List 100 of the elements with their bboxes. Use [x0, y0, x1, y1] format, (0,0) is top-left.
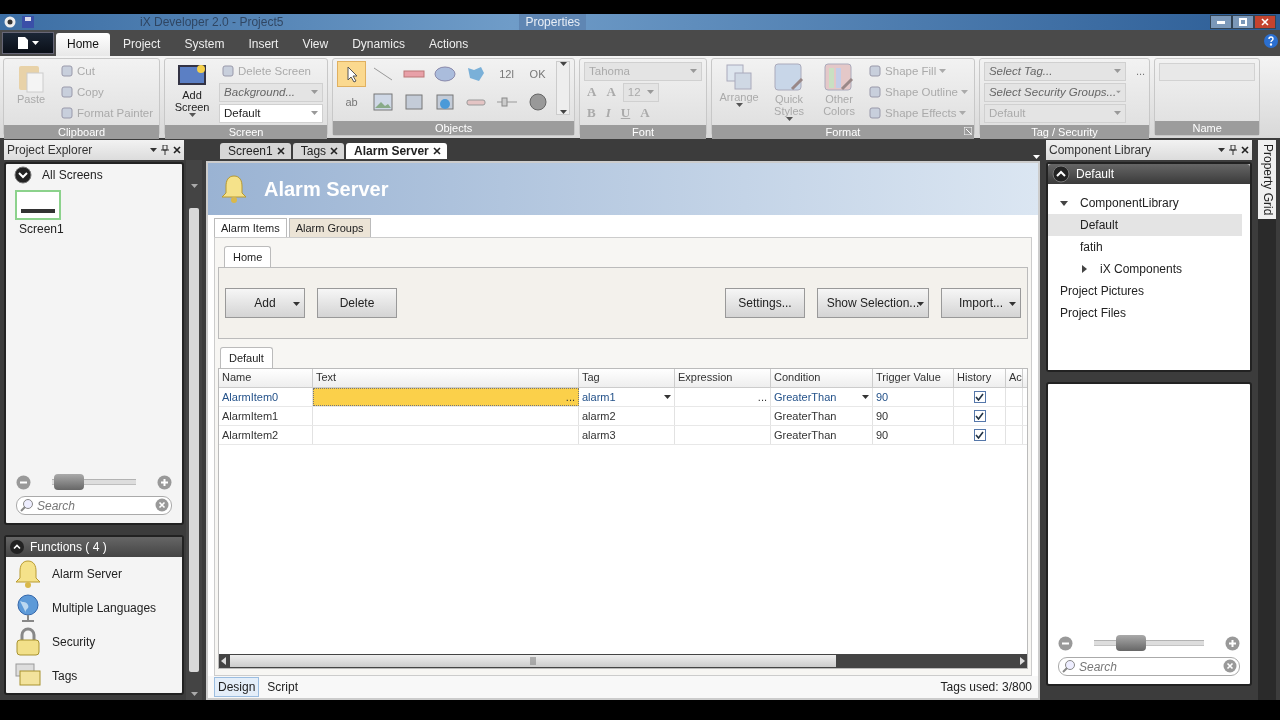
column-header[interactable]: Expression — [675, 369, 771, 387]
tree-item[interactable]: Project Files — [1048, 302, 1242, 324]
tree-item[interactable]: Default — [1048, 214, 1242, 236]
close-icon — [1261, 18, 1269, 26]
caret-icon — [735, 103, 743, 107]
caret-icon — [559, 110, 567, 114]
maximize-icon — [1239, 18, 1247, 26]
toolbar-button[interactable]: Delete — [317, 288, 397, 318]
editor-mode-tab[interactable]: Design — [214, 677, 260, 697]
bell-icon — [220, 174, 248, 204]
scroll-thumb[interactable] — [230, 655, 836, 667]
caret-icon — [1116, 90, 1121, 94]
tree-item[interactable]: ComponentLibrary — [1048, 192, 1242, 214]
ribbon-button[interactable]: Add Screen — [169, 61, 216, 119]
tab[interactable]: Alarm Items — [214, 218, 287, 237]
toolbar-button[interactable]: Add — [225, 288, 305, 318]
column-header[interactable]: Text — [313, 369, 579, 387]
dropdown[interactable]: Default — [219, 103, 324, 123]
minimize-button[interactable] — [1210, 15, 1232, 29]
function-item[interactable]: Multiple Languages — [6, 591, 182, 625]
tree-item[interactable]: iX Components — [1048, 258, 1242, 280]
toolbar-button[interactable]: Show Selection... — [817, 288, 929, 318]
checkbox[interactable] — [973, 391, 986, 403]
tool-button[interactable]: OK — [523, 61, 553, 87]
ribbon-tab[interactable]: System — [173, 33, 236, 56]
search-field[interactable]: Search — [1058, 657, 1240, 676]
column-header[interactable]: Tag — [579, 369, 675, 387]
gallery-scroller[interactable] — [556, 61, 571, 115]
zoom-out-icon — [1058, 635, 1073, 651]
close-button[interactable] — [1254, 15, 1276, 29]
functions-header[interactable]: Functions ( 4 ) — [6, 537, 182, 557]
toolbar-button[interactable]: Import... — [941, 288, 1021, 318]
caret-icon — [188, 113, 196, 117]
section-header[interactable]: Default — [1048, 164, 1250, 184]
caret-down-icon — [1060, 199, 1068, 207]
ribbon-tab[interactable]: Project — [112, 33, 172, 56]
function-item[interactable]: Tags — [6, 659, 182, 693]
table-cell: 90 — [873, 388, 954, 406]
editor-mode-tab[interactable]: Script — [263, 677, 303, 697]
text-editor-field[interactable]: ... — [313, 388, 579, 406]
search-field[interactable]: Search — [16, 496, 172, 515]
checkbox[interactable] — [973, 429, 986, 441]
screen-thumbnail[interactable] — [15, 190, 61, 220]
tab[interactable]: Alarm Groups — [288, 218, 371, 237]
tree-item[interactable]: Project Pictures — [1048, 280, 1242, 302]
checkmark-icon — [975, 431, 984, 439]
group-title: Objects — [333, 121, 575, 135]
caret-icon — [1113, 69, 1121, 73]
tool-button[interactable] — [337, 61, 367, 87]
ribbon-tab[interactable]: Home — [56, 33, 110, 56]
globe-icon — [14, 593, 42, 623]
close-icon — [173, 146, 181, 154]
column-header[interactable]: Name — [219, 369, 313, 387]
help-icon — [1264, 34, 1278, 48]
pane-title: Component Library — [1049, 143, 1153, 157]
slider-thumb[interactable] — [1116, 635, 1147, 651]
toolbar-button[interactable]: Settings... — [725, 288, 805, 318]
tool-button[interactable]: ab — [337, 89, 367, 115]
group-title: Format — [712, 125, 974, 139]
table-cell: ... — [675, 388, 771, 406]
caret-icon — [150, 148, 157, 152]
grid-tab[interactable]: Default — [220, 347, 273, 368]
caret-icon — [1218, 148, 1225, 152]
screen-label[interactable]: Screen1 — [19, 222, 182, 236]
scroll-thumb[interactable] — [189, 208, 199, 672]
horizontal-scrollbar[interactable] — [219, 654, 1027, 668]
side-tab[interactable]: Property Grid — [1258, 140, 1276, 220]
zoom-in-icon — [1225, 635, 1240, 651]
thumbnail-drawing — [21, 209, 55, 213]
application-menu-button[interactable] — [2, 32, 54, 54]
tool-button[interactable]: 12l — [492, 61, 522, 87]
document-tab[interactable]: Tags — [292, 143, 345, 159]
ribbon-tab[interactable]: Actions — [417, 33, 480, 56]
scrollbar[interactable] — [186, 160, 202, 700]
ellipse-icon — [433, 65, 456, 83]
column-header[interactable]: Ac — [1006, 369, 1023, 387]
column-header[interactable]: Trigger Value — [873, 369, 954, 387]
function-item[interactable]: Alarm Server — [6, 557, 182, 591]
group-title: Screen — [165, 125, 328, 139]
ribbon-tab[interactable]: View — [291, 33, 340, 56]
gauge-icon — [526, 93, 549, 111]
close-icon — [276, 147, 285, 155]
table-cell: GreaterThan — [771, 426, 873, 444]
tree-item[interactable]: fatih — [1048, 236, 1242, 258]
ribbon-tab[interactable]: Dynamics — [341, 33, 416, 56]
column-header[interactable]: History — [954, 369, 1006, 387]
checkbox[interactable] — [973, 410, 986, 422]
caret-icon — [1009, 302, 1016, 306]
launcher-icon[interactable] — [963, 127, 972, 135]
column-header[interactable]: Condition — [771, 369, 873, 387]
toolbar-tab[interactable]: Home — [224, 246, 272, 267]
document-tab[interactable]: Alarm Server — [346, 143, 447, 159]
slider-thumb[interactable] — [53, 474, 84, 490]
function-item[interactable]: Security — [6, 625, 182, 659]
window-title: iX Developer 2.0 - Project5 — [140, 15, 284, 29]
ribbon-tab[interactable]: Insert — [237, 33, 290, 56]
minimize-icon — [1217, 20, 1225, 24]
document-tab[interactable]: Screen1 — [220, 143, 291, 159]
maximize-button[interactable] — [1232, 15, 1254, 29]
table-cell: AlarmItem2 — [219, 426, 313, 444]
